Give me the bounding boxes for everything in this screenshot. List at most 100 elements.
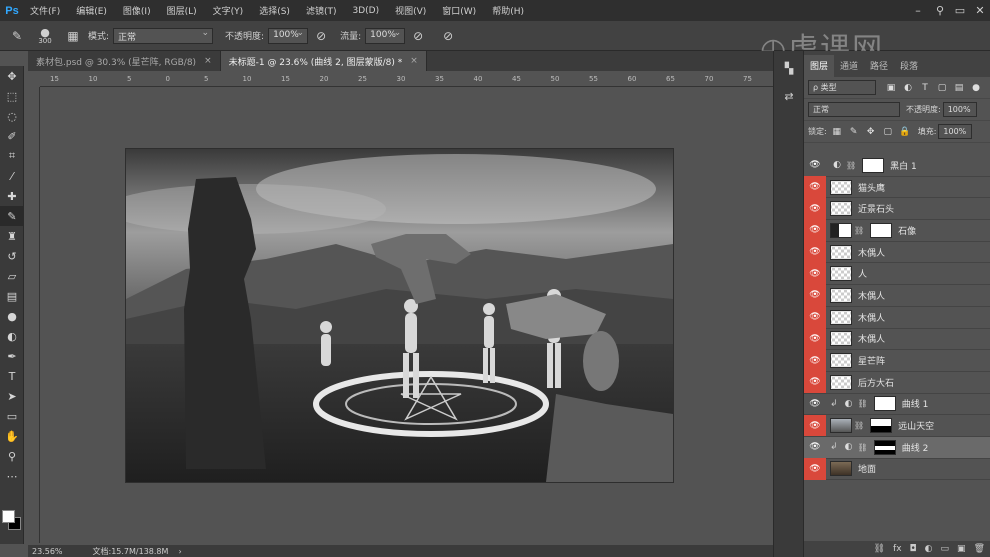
- minimize-icon[interactable]: –: [908, 0, 928, 21]
- visibility-eye-icon[interactable]: 👁: [804, 328, 826, 350]
- tab-close-icon[interactable]: ×: [204, 56, 212, 66]
- layer-row[interactable]: 👁 ◐ ⛓ 黑白 1: [804, 155, 990, 177]
- status-menu-icon[interactable]: ›: [178, 547, 181, 556]
- menu-filter[interactable]: 滤镜(T): [298, 4, 345, 17]
- menu-edit[interactable]: 编辑(E): [68, 4, 115, 17]
- layer-thumbnail[interactable]: [830, 309, 852, 325]
- move-tool-icon[interactable]: ✥: [0, 66, 24, 86]
- layer-thumbnail[interactable]: [830, 418, 852, 434]
- lock-position-icon[interactable]: ✥: [864, 125, 878, 139]
- blend-mode-select[interactable]: 正常: [808, 102, 900, 117]
- menu-file[interactable]: 文件(F): [22, 4, 68, 17]
- tab-layers[interactable]: 图层: [804, 55, 835, 77]
- tab-paths[interactable]: 路径: [864, 59, 894, 77]
- brush-panel-icon[interactable]: ▦: [64, 27, 82, 45]
- layer-thumbnail[interactable]: [830, 222, 852, 238]
- layer-thumbnail[interactable]: [830, 244, 852, 260]
- marquee-tool-icon[interactable]: ⬚: [0, 86, 24, 106]
- visibility-eye-icon[interactable]: 👁: [804, 284, 826, 307]
- layer-filter-select[interactable]: ρ 类型: [808, 80, 876, 95]
- menu-layer[interactable]: 图层(L): [159, 4, 205, 17]
- tab-document-1[interactable]: 素材包.psd @ 30.3% (星芒阵, RGB/8) ×: [28, 51, 221, 71]
- menu-select[interactable]: 选择(S): [251, 4, 298, 17]
- mask-link-icon[interactable]: ⛓: [846, 161, 856, 170]
- layer-row[interactable]: 👁 星芒阵: [804, 349, 990, 372]
- visibility-eye-icon[interactable]: 👁: [804, 371, 826, 394]
- brush-tool-icon[interactable]: ✎: [8, 27, 26, 45]
- dodge-tool-icon[interactable]: ◐: [0, 326, 24, 346]
- layer-thumbnail[interactable]: [830, 331, 852, 347]
- visibility-eye-icon[interactable]: 👁: [804, 176, 826, 198]
- menu-help[interactable]: 帮助(H): [484, 4, 532, 17]
- blur-tool-icon[interactable]: ●: [0, 306, 24, 326]
- visibility-eye-icon[interactable]: 👁: [804, 393, 826, 415]
- crop-tool-icon[interactable]: ⌗: [0, 146, 24, 166]
- visibility-eye-icon[interactable]: 👁: [804, 306, 826, 328]
- link-icon[interactable]: ⛓: [874, 544, 885, 554]
- lasso-tool-icon[interactable]: ◌: [0, 106, 24, 126]
- tab-document-2[interactable]: 未标题-1 @ 23.6% (曲线 2, 图层蒙版/8) * ×: [220, 51, 427, 71]
- visibility-eye-icon[interactable]: 👁: [804, 458, 826, 480]
- mask-link-icon[interactable]: ⛓: [858, 399, 868, 408]
- layer-row[interactable]: 👁 ⛓ 远山天空: [804, 414, 990, 437]
- opacity-input[interactable]: 100%: [268, 27, 309, 44]
- layer-row[interactable]: 👁 猫头鹰: [804, 176, 990, 199]
- mask-link-icon[interactable]: ⛓: [854, 421, 864, 430]
- visibility-eye-icon[interactable]: 👁: [804, 197, 826, 220]
- fx-icon[interactable]: fx: [893, 544, 902, 554]
- layer-row[interactable]: 👁 木偶人: [804, 241, 990, 264]
- layer-row[interactable]: 👁 ⛓ 石像: [804, 219, 990, 242]
- properties-panel-icon[interactable]: ⇄: [774, 85, 804, 107]
- path-select-tool-icon[interactable]: ➤: [0, 386, 24, 406]
- search-icon[interactable]: ⚲: [930, 0, 950, 21]
- layer-mask-thumbnail[interactable]: [870, 418, 893, 434]
- history-panel-icon[interactable]: ▚: [774, 57, 804, 79]
- folder-icon[interactable]: ▭: [941, 544, 950, 554]
- layer-mask-thumbnail[interactable]: [873, 396, 896, 412]
- visibility-eye-icon[interactable]: 👁: [804, 241, 826, 263]
- eyedropper-tool-icon[interactable]: ⁄: [0, 166, 24, 186]
- layer-thumbnail[interactable]: [830, 461, 852, 477]
- airbrush-icon[interactable]: ⊘: [409, 27, 427, 45]
- menu-view[interactable]: 视图(V): [387, 4, 434, 17]
- visibility-eye-icon[interactable]: 👁: [804, 436, 826, 458]
- adjustment-icon[interactable]: ◐: [925, 544, 933, 554]
- tab-close-icon[interactable]: ×: [410, 56, 418, 66]
- layer-row[interactable]: 👁 木偶人: [804, 284, 990, 307]
- layer-row[interactable]: 👁 后方大石: [804, 371, 990, 394]
- layer-thumbnail[interactable]: [830, 201, 852, 217]
- lock-artboard-icon[interactable]: ▢: [881, 125, 895, 139]
- clone-stamp-tool-icon[interactable]: ♜: [0, 226, 24, 246]
- filter-type-icon[interactable]: T: [918, 81, 932, 95]
- brush-tool-icon[interactable]: ✎: [0, 206, 24, 226]
- filter-shape-icon[interactable]: ▢: [935, 81, 949, 95]
- filter-toggle-icon[interactable]: ●: [969, 81, 983, 95]
- visibility-eye-icon[interactable]: 👁: [804, 349, 826, 372]
- tab-channels[interactable]: 通道: [834, 59, 864, 77]
- mask-link-icon[interactable]: ⛓: [854, 226, 864, 235]
- brush-preset-picker[interactable]: ● 300: [30, 27, 60, 45]
- gradient-tool-icon[interactable]: ▤: [0, 286, 24, 306]
- visibility-eye-icon[interactable]: 👁: [804, 262, 826, 285]
- quick-select-tool-icon[interactable]: ✐: [0, 126, 24, 146]
- history-brush-tool-icon[interactable]: ↺: [0, 246, 24, 266]
- new-layer-icon[interactable]: ▣: [957, 544, 966, 554]
- flow-input[interactable]: 100%: [365, 27, 406, 44]
- mask-icon[interactable]: ◘: [910, 544, 917, 554]
- menu-type[interactable]: 文字(Y): [205, 4, 252, 17]
- workspace-icon[interactable]: ▭: [950, 0, 970, 21]
- layer-mask-thumbnail[interactable]: [873, 439, 896, 455]
- zoom-tool-icon[interactable]: ⚲: [0, 446, 24, 466]
- shape-tool-icon[interactable]: ▭: [0, 406, 24, 426]
- layer-thumbnail[interactable]: [830, 179, 852, 195]
- layer-row[interactable]: 👁 人: [804, 262, 990, 286]
- mode-select[interactable]: 正常: [113, 27, 214, 44]
- menu-3d[interactable]: 3D(D): [344, 6, 387, 16]
- lock-all-icon[interactable]: 🔒: [898, 125, 912, 139]
- tab-paragraph[interactable]: 段落: [894, 59, 924, 77]
- layer-mask-thumbnail[interactable]: [870, 222, 893, 238]
- layer-thumbnail[interactable]: [830, 353, 852, 369]
- more-tools-icon[interactable]: ⋯: [0, 466, 24, 486]
- layer-thumbnail[interactable]: [830, 287, 852, 303]
- opacity-input[interactable]: 100%: [942, 102, 977, 117]
